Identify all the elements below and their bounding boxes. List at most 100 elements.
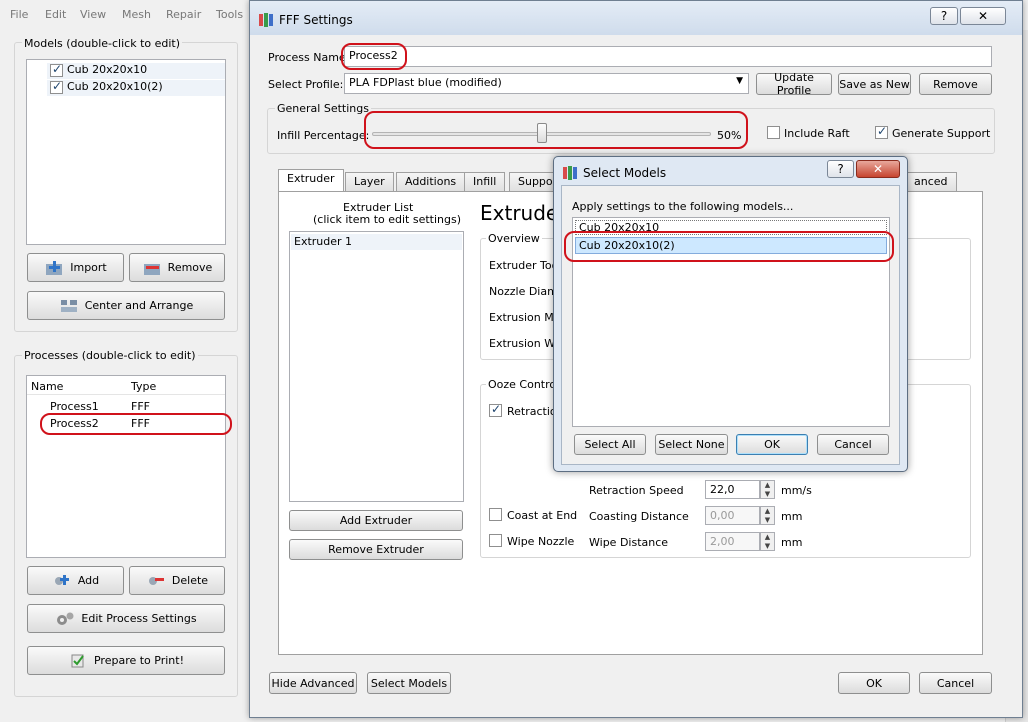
- save-as-new-button[interactable]: Save as New: [838, 73, 911, 95]
- highlight-process2: [40, 413, 232, 435]
- add-extruder-button[interactable]: Add Extruder: [289, 510, 463, 531]
- prepare-to-print-button[interactable]: Prepare to Print!: [27, 646, 225, 675]
- select-none-button[interactable]: Select None: [655, 434, 728, 455]
- models-panel-title: Models (double-click to edit): [22, 37, 183, 50]
- coast-at-end-label: Coast at End: [507, 509, 578, 522]
- chevron-down-icon: ▼: [736, 76, 743, 86]
- extruder-list[interactable]: Extruder 1: [289, 231, 464, 502]
- retraction-speed-label: Retraction Speed: [589, 484, 684, 497]
- menu-edit[interactable]: Edit: [45, 8, 66, 21]
- coasting-distance-field[interactable]: 0,00: [705, 506, 760, 525]
- remove-model-button[interactable]: Remove: [129, 253, 225, 282]
- arrange-icon: [60, 299, 77, 312]
- coast-at-end-checkbox[interactable]: [489, 508, 502, 521]
- wipe-distance-label: Wipe Distance: [589, 536, 669, 549]
- list-item[interactable]: Cub 20x20x10(2): [47, 79, 225, 96]
- wipe-distance-unit: mm: [781, 536, 803, 549]
- tab-extruder[interactable]: Extruder: [278, 169, 344, 192]
- retraction-speed-field[interactable]: 22,0: [705, 480, 760, 499]
- prepare-to-print-label: Prepare to Print!: [93, 654, 184, 667]
- fff-title: FFF Settings: [279, 13, 353, 27]
- tab-infill[interactable]: Infill: [464, 172, 506, 191]
- include-raft-checkbox[interactable]: [767, 126, 780, 139]
- wipe-nozzle-checkbox[interactable]: [489, 534, 502, 547]
- dialog-instruction: Apply settings to the following models..…: [572, 200, 794, 213]
- retraction-speed-unit: mm/s: [781, 484, 812, 497]
- generate-support-label: Generate Support: [892, 127, 991, 140]
- processes-panel-title: Processes (double-click to edit): [22, 349, 198, 362]
- remove-extruder-button[interactable]: Remove Extruder: [289, 539, 463, 560]
- tab-support[interactable]: Suppor: [509, 172, 559, 191]
- edit-process-settings-label: Edit Process Settings: [81, 612, 197, 625]
- extruder-list-subtitle: (click item to edit settings): [313, 213, 462, 226]
- model-checkbox[interactable]: [50, 79, 63, 94]
- delete-icon: [148, 576, 164, 585]
- dialog-close-icon[interactable]: ✕: [856, 160, 900, 178]
- ok-button[interactable]: OK: [838, 672, 910, 694]
- menu-tools[interactable]: Tools: [216, 8, 243, 21]
- process-type: FFF: [131, 400, 150, 413]
- tab-advanced[interactable]: anced: [905, 172, 957, 191]
- cancel-button[interactable]: Cancel: [919, 672, 992, 694]
- menu-file[interactable]: File: [10, 8, 28, 21]
- tab-additions[interactable]: Additions: [396, 172, 466, 191]
- coasting-distance-unit: mm: [781, 510, 803, 523]
- update-profile-button[interactable]: Update Profile: [756, 71, 832, 97]
- list-item[interactable]: Extruder 1: [291, 234, 462, 250]
- edit-process-settings-button[interactable]: Edit Process Settings: [27, 604, 225, 633]
- retraction-speed-spinner[interactable]: ▲ ▼: [760, 480, 775, 499]
- coasting-distance-label: Coasting Distance: [589, 510, 689, 523]
- select-all-button[interactable]: Select All: [574, 434, 646, 455]
- menu-view[interactable]: View: [80, 8, 106, 21]
- help-button[interactable]: ?: [930, 7, 958, 25]
- general-settings-title: General Settings: [275, 102, 371, 115]
- extruder-heading: Extrude: [480, 201, 559, 225]
- col-name-header[interactable]: Name: [31, 380, 63, 393]
- dialog-cancel-button[interactable]: Cancel: [817, 434, 889, 455]
- app-logo-icon: [259, 13, 273, 27]
- remove-profile-button[interactable]: Remove: [919, 73, 992, 95]
- process-name-label: Process Name:: [268, 51, 350, 64]
- center-arrange-label: Center and Arrange: [84, 299, 194, 312]
- process-name-field[interactable]: Process2: [344, 46, 992, 67]
- add-icon: [54, 574, 69, 585]
- close-icon[interactable]: ✕: [960, 7, 1006, 25]
- model-checkbox[interactable]: [50, 62, 63, 77]
- center-arrange-button[interactable]: Center and Arrange: [27, 291, 225, 320]
- dialog-ok-button[interactable]: OK: [736, 434, 808, 455]
- hide-advanced-button[interactable]: Hide Advanced: [269, 672, 357, 694]
- model-label: Cub 20x20x10: [67, 63, 148, 76]
- include-raft-label: Include Raft: [784, 127, 850, 140]
- col-type-header[interactable]: Type: [131, 380, 156, 393]
- delete-label: Delete: [171, 574, 209, 587]
- models-list[interactable]: Cub 20x20x10 Cub 20x20x10(2): [26, 59, 226, 245]
- fff-titlebar: FFF Settings ? ✕: [250, 1, 1022, 35]
- select-profile-label: Select Profile:: [268, 78, 344, 91]
- dialog-help-button[interactable]: ?: [827, 160, 854, 178]
- model-label: Cub 20x20x10(2): [67, 80, 163, 93]
- wipe-distance-field[interactable]: 2,00: [705, 532, 760, 551]
- profile-select[interactable]: PLA FDPlast blue (modified) ▼: [344, 73, 749, 94]
- menu-repair[interactable]: Repair: [166, 8, 201, 21]
- retraction-checkbox[interactable]: [489, 402, 502, 417]
- highlight-selected-model: [564, 231, 894, 262]
- menu-bar: File Edit View Mesh Repair Tools: [0, 0, 250, 28]
- add-label: Add: [77, 574, 100, 587]
- list-item[interactable]: Cub 20x20x10: [47, 62, 225, 79]
- extruder-tool-label: Extruder Tool: [489, 259, 562, 272]
- process-name: Process1: [50, 400, 99, 413]
- select-models-button[interactable]: Select Models: [367, 672, 451, 694]
- wipe-distance-spinner[interactable]: ▲ ▼: [760, 532, 775, 551]
- import-button[interactable]: Import: [27, 253, 124, 282]
- import-icon: [46, 260, 63, 275]
- generate-support-checkbox[interactable]: [875, 124, 888, 139]
- remove-icon: [143, 263, 160, 275]
- highlight-infill: [364, 111, 748, 149]
- ooze-control-title: Ooze Control: [486, 378, 562, 391]
- delete-process-button[interactable]: Delete: [129, 566, 225, 595]
- menu-mesh[interactable]: Mesh: [122, 8, 151, 21]
- coasting-distance-spinner[interactable]: ▲ ▼: [760, 506, 775, 525]
- tab-layer[interactable]: Layer: [345, 172, 394, 191]
- profile-value: PLA FDPlast blue (modified): [349, 76, 502, 89]
- add-process-button[interactable]: Add: [27, 566, 124, 595]
